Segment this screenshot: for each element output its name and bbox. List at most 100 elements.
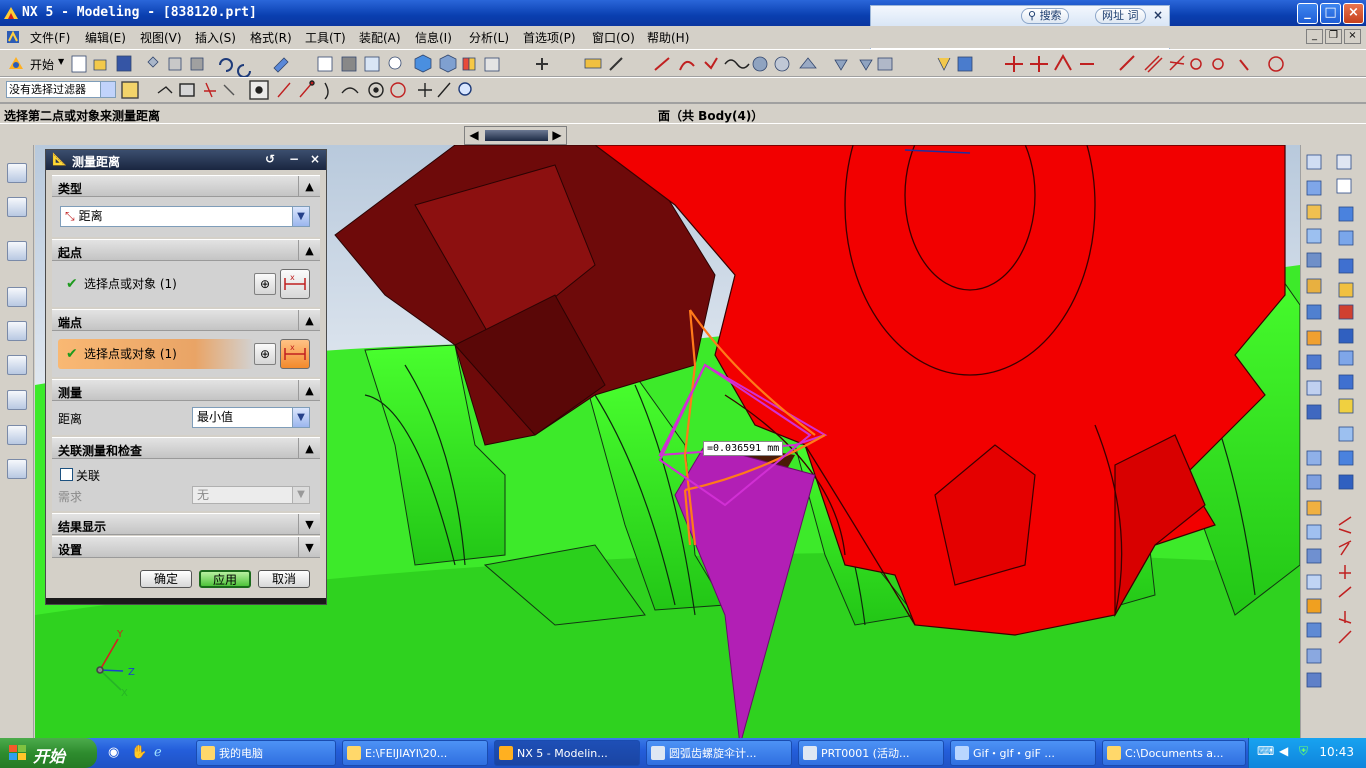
menu-information[interactable]: 信息(I): [415, 29, 452, 46]
chevron-down-icon[interactable]: ▼: [292, 408, 309, 427]
url-pill-button[interactable]: 网址 词: [1095, 8, 1146, 24]
start-group-header[interactable]: 起点 ▲: [52, 239, 320, 261]
part-navigator-icon[interactable]: [7, 241, 27, 261]
menu-help[interactable]: 帮助(H): [647, 29, 689, 46]
chevron-up-icon[interactable]: ▲: [298, 380, 320, 401]
collapse-dialog-icon[interactable]: −: [286, 152, 302, 168]
settings-group-header[interactable]: 设置 ▼: [52, 536, 320, 558]
dialog-close-icon[interactable]: ×: [307, 152, 323, 168]
start-button[interactable]: 开始: [0, 738, 97, 768]
task-folder[interactable]: E:\FEIJIAYI\20...: [342, 740, 488, 766]
task-documents[interactable]: C:\Documents a...: [1102, 740, 1246, 766]
chevron-down-icon[interactable]: ▼: [298, 537, 320, 558]
measure-group-body: 距离 最小值 ▼: [52, 401, 320, 435]
minimize-button[interactable]: _: [1297, 3, 1318, 24]
type-header-label: 类型: [58, 182, 83, 196]
chevron-up-icon[interactable]: ▲: [298, 240, 320, 261]
right-toolbars: [1300, 145, 1366, 738]
quicklaunch-icon[interactable]: ✋: [131, 745, 147, 760]
requirement-label: 需求: [58, 490, 83, 504]
popup-close-icon[interactable]: ×: [1153, 8, 1163, 22]
menu-assembly[interactable]: 装配(A): [359, 29, 401, 46]
point-constructor-button[interactable]: x: [280, 339, 310, 369]
maximize-button[interactable]: □: [1320, 3, 1341, 24]
right-toolbar-icons[interactable]: [1301, 145, 1366, 738]
start-select-row[interactable]: ✔ 选择点或对象 (1): [58, 269, 254, 299]
reset-icon[interactable]: ↺: [262, 152, 278, 168]
menu-file[interactable]: 文件(F): [30, 29, 70, 46]
task-my-computer[interactable]: 我的电脑: [196, 740, 336, 766]
chevron-up-icon[interactable]: ▲: [298, 438, 320, 459]
chevron-up-icon[interactable]: ▲: [298, 310, 320, 331]
measure-group-header[interactable]: 测量 ▲: [52, 379, 320, 401]
point-dialog-button[interactable]: ⊕: [254, 343, 276, 365]
history-icon[interactable]: [7, 287, 27, 307]
menu-format[interactable]: 格式(R): [250, 29, 292, 46]
app-menu-icon[interactable]: [6, 30, 20, 44]
chevron-up-icon[interactable]: ▲: [298, 176, 320, 197]
mdi-restore-button[interactable]: ❐: [1325, 29, 1342, 44]
scroll-thumb[interactable]: [485, 130, 548, 141]
tray-expand-icon[interactable]: ◀: [1279, 744, 1288, 758]
results-group-header[interactable]: 结果显示 ▼: [52, 513, 320, 535]
apply-button[interactable]: 应用: [199, 570, 251, 588]
search-pill-button[interactable]: ⚲ 搜索: [1021, 8, 1069, 24]
mdi-minimize-button[interactable]: _: [1306, 29, 1323, 44]
task-label: C:\Documents a...: [1125, 747, 1224, 760]
menu-insert[interactable]: 插入(S): [195, 29, 236, 46]
type-select[interactable]: ⤡ 距离 ▼: [60, 206, 310, 227]
security-shield-icon[interactable]: ⛨: [1299, 744, 1308, 759]
menu-edit[interactable]: 编辑(E): [85, 29, 126, 46]
ie-icon[interactable]: ℯ: [154, 745, 162, 760]
end-group-body: ✔ 选择点或对象 (1) ⊕ x: [52, 331, 320, 377]
associative-checkbox[interactable]: [60, 468, 73, 481]
menu-window[interactable]: 窗口(O): [592, 29, 635, 46]
constraint-navigator-icon[interactable]: [7, 197, 27, 217]
nx-icon: [499, 746, 513, 760]
menu-view[interactable]: 视图(V): [140, 29, 182, 46]
cancel-button[interactable]: 取消: [258, 570, 310, 588]
ok-button[interactable]: 确定: [140, 570, 192, 588]
chevron-down-icon[interactable]: ▼: [298, 514, 320, 535]
snap-toolbar-icons[interactable]: [120, 79, 480, 101]
menu-tools[interactable]: 工具(T): [305, 29, 346, 46]
menu-preferences[interactable]: 首选项(P): [523, 29, 576, 46]
keyboard-icon[interactable]: ⌨: [1257, 744, 1274, 758]
system-scene-icon[interactable]: [7, 459, 27, 479]
standard-toolbar-icons[interactable]: [70, 50, 1300, 78]
roles-icon[interactable]: [7, 425, 27, 445]
filter-dropdown-icon[interactable]: [100, 82, 115, 97]
dialog-title-bar[interactable]: 📐 测量距离 ↺ − ×: [46, 150, 326, 170]
task-nx[interactable]: NX 5 - Modelin...: [494, 740, 640, 766]
check-icon: ✔: [66, 276, 78, 292]
requirement-value: 无: [197, 488, 210, 502]
folder-icon: [347, 746, 361, 760]
point-dialog-button[interactable]: ⊕: [254, 273, 276, 295]
type-group-header[interactable]: 类型 ▲: [52, 175, 320, 197]
task-gif[interactable]: Gif・gIf・giF ...: [950, 740, 1096, 766]
close-button[interactable]: ×: [1343, 3, 1364, 24]
scroll-left-icon[interactable]: ◀: [465, 127, 483, 144]
end-select-row[interactable]: ✔ 选择点或对象 (1): [58, 339, 254, 369]
system-materials-icon[interactable]: [7, 390, 27, 410]
graphics-scroller[interactable]: ◀ ▶: [464, 126, 567, 145]
associative-group-header[interactable]: 关联测量和检查 ▲: [52, 437, 320, 459]
point-constructor-button[interactable]: x: [280, 269, 310, 299]
search-label: 搜索: [1039, 9, 1062, 22]
scroll-right-icon[interactable]: ▶: [548, 127, 566, 144]
task-document[interactable]: 圆弧齿螺旋伞计...: [646, 740, 792, 766]
clock: 10:43: [1319, 745, 1354, 759]
start-menu-button[interactable]: 开始: [30, 56, 54, 73]
reuse-library-icon[interactable]: [7, 321, 27, 341]
menu-analysis[interactable]: 分析(L): [469, 29, 509, 46]
palette-icon[interactable]: [7, 355, 27, 375]
assembly-navigator-icon[interactable]: [7, 163, 27, 183]
start-dropdown-icon[interactable]: ▼: [58, 57, 64, 66]
distance-select[interactable]: 最小值 ▼: [192, 407, 310, 428]
end-group-header[interactable]: 端点 ▲: [52, 309, 320, 331]
mdi-close-button[interactable]: ×: [1344, 29, 1361, 44]
task-prt[interactable]: PRT0001 (活动...: [798, 740, 944, 766]
selection-filter-select[interactable]: 没有选择过滤器: [6, 81, 116, 98]
quicklaunch-icon[interactable]: ◉: [108, 745, 119, 760]
chevron-down-icon[interactable]: ▼: [292, 207, 309, 226]
